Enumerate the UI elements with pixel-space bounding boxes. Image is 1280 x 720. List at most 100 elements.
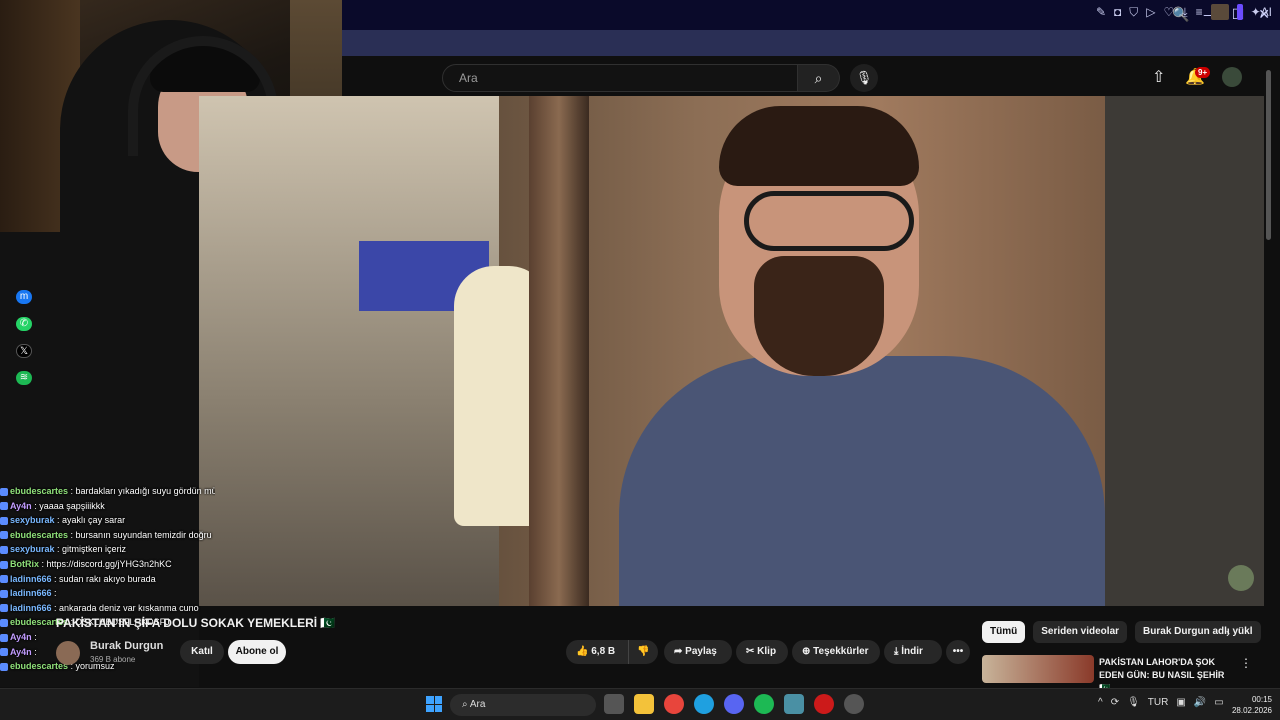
thanks-label: Teşekkürler [813,646,869,657]
chip-series[interactable]: Seriden videolar [1033,621,1128,643]
chip-channel[interactable]: Burak Durgun adlı yükl [1135,621,1261,643]
whatsapp-icon[interactable]: ✆ [16,317,32,331]
like-button[interactable]: 👍 6,8 B [566,640,628,664]
chat-separator: : [51,573,60,584]
discord-icon[interactable] [724,694,744,714]
thanks-button[interactable]: ⊕ Teşekkürler [792,640,880,664]
download-icon[interactable]: ⤓ [1182,5,1187,20]
chat-badge-icon [0,648,8,657]
chat-separator: : [68,529,76,540]
menu-icon[interactable]: ≡ [1196,5,1203,19]
chat-username[interactable]: ladinn666 [10,603,52,613]
join-button[interactable]: Katıl [180,640,224,664]
messenger-icon[interactable]: m [16,290,32,304]
chat-text: bardakları yıkadığı suyu gördün mü [75,486,215,496]
ai-button[interactable]: ✦AI [1251,5,1272,19]
taskbar-search[interactable]: ⌕ Ara [450,694,596,716]
spotify-icon[interactable] [754,694,774,714]
app-icon[interactable] [784,694,804,714]
browser-toolbar [342,30,1280,56]
scrollbar-thumb[interactable] [1266,70,1271,240]
thanks-icon: ⊕ [802,646,814,657]
chat-username[interactable]: ladinn666 [10,588,52,598]
shield-icon[interactable]: ⛉ [1129,5,1138,20]
sync-icon[interactable]: ⟳ [1111,697,1119,708]
network-icon[interactable]: ▣ [1176,697,1185,708]
dislike-button[interactable]: 👎 [628,640,658,664]
battery-icon[interactable]: ▭ [1214,697,1223,708]
share-label: Paylaş [685,646,717,657]
video-player[interactable] [199,96,1105,606]
clock[interactable]: 00:15 28.02.2026 [1228,694,1272,716]
share-button[interactable]: ➦ Paylaş [664,640,732,664]
chat-badge-icon [0,589,8,598]
share-icon: ➦ [674,646,686,657]
chat-text: yaaaa şapşiiikkk [39,500,105,511]
chat-username[interactable]: sexyburak [10,544,55,554]
channel-avatar[interactable] [56,641,80,665]
chat-username[interactable]: Ay4n [10,632,32,642]
subscribe-button[interactable]: Abone ol [228,640,286,664]
language-indicator[interactable]: TUR [1148,697,1169,708]
accent-indicator [1236,4,1243,20]
chat-separator: : [39,558,47,569]
clip-button[interactable]: ✂ Klip [736,640,788,664]
video-title: PAKİSTAN'IN ŞİFA DOLU SOKAK YEMEKLERİ 🇵🇰 [56,616,336,630]
download-button[interactable]: ⤓ İndir [884,640,942,664]
kebab-menu-icon[interactable]: ⋮ [1240,656,1252,670]
edit-icon[interactable]: ✎ [1096,5,1106,19]
file-explorer-icon[interactable] [634,694,654,714]
scissors-icon: ✂ [746,646,758,657]
chat-badge-icon [0,487,8,496]
play-icon[interactable]: ▷ [1146,5,1155,19]
app-icon-2[interactable] [844,694,864,714]
profile-avatar-mini[interactable] [1210,4,1229,20]
chat-username[interactable]: Ay4n [10,647,32,657]
floating-avatar[interactable] [1228,565,1254,591]
chat-message: ebudescartes : bardakları yıkadığı suyu … [0,484,215,499]
chat-message: BotRix : https://discord.gg/jYHG3n2hKC [0,557,215,572]
volume-icon[interactable]: 🔊 [1194,697,1206,708]
chat-text: https://discord.gg/jYHG3n2hKC [46,558,172,569]
chat-username[interactable]: sexyburak [10,515,55,525]
chat-username[interactable]: BotRix [10,559,39,569]
recommended-thumbnail[interactable] [982,655,1094,683]
task-view-icon[interactable] [604,694,624,714]
chat-separator: : [31,646,37,657]
microphone-icon: 🎙 [855,70,873,85]
like-count: 6,8 B [591,646,616,657]
chat-username[interactable]: ebudescartes [10,661,68,671]
chrome-icon[interactable] [664,694,684,714]
chat-message: Ay4n : yaaaa şapşiiikkk [0,499,215,514]
chevron-up-icon[interactable]: ^ [1098,697,1103,708]
opera-icon[interactable] [814,694,834,714]
chat-text: sudan rakı akıyo burada [59,573,156,584]
chat-username[interactable]: Ay4n [10,501,32,511]
x-icon[interactable]: 𝕏 [16,344,32,358]
chat-separator: : [54,515,63,526]
avatar[interactable] [1222,67,1242,87]
chat-badge-icon [0,662,8,671]
upload-icon[interactable]: ⇧ [1152,67,1165,87]
voice-search-button[interactable]: 🎙 [850,64,878,92]
chat-separator: : [31,631,37,642]
microphone-icon[interactable]: 🎙 [1127,697,1140,708]
chat-username[interactable]: ebudescartes [10,486,68,496]
camera-icon[interactable]: ◘ [1114,5,1121,19]
heart-icon[interactable]: ♡ [1164,5,1175,19]
edge-icon[interactable] [694,694,714,714]
channel-name[interactable]: Burak Durgun [90,640,163,652]
more-actions-button[interactable]: ••• [946,640,970,664]
chat-username[interactable]: ebudescartes [10,530,68,540]
chevron-right-icon[interactable]: › [1226,626,1230,640]
chat-badge-icon [0,633,8,642]
date: 28.02.2026 [1231,706,1272,715]
chat-username[interactable]: ladinn666 [10,574,52,584]
search-icon: ⌕ [462,699,470,710]
spotify-icon[interactable]: ≋ [16,371,32,385]
windows-start-icon[interactable] [426,696,442,712]
search-input[interactable]: Ara [442,64,798,92]
search-button[interactable]: ⌕ [798,64,840,92]
download-label: İndir [901,646,923,657]
chip-all[interactable]: Tümü [982,621,1026,643]
